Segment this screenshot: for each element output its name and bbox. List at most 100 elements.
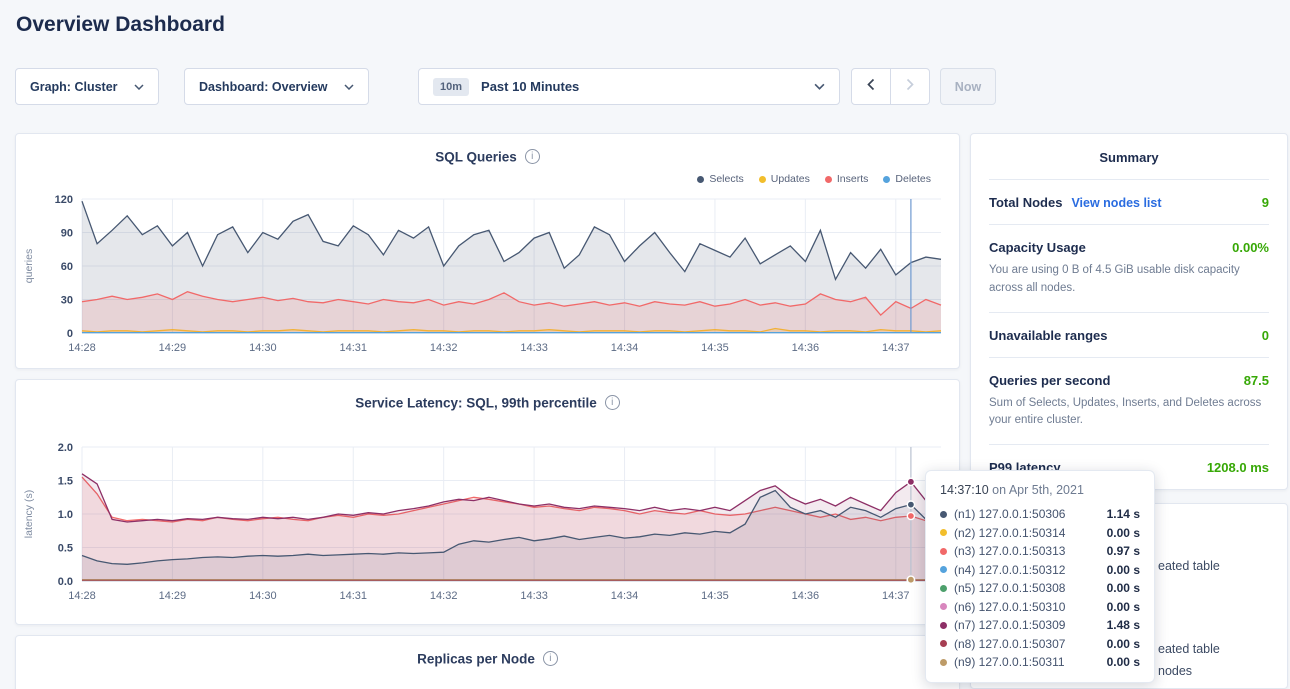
node-color-dot-icon: [940, 622, 947, 629]
svg-text:0: 0: [67, 328, 73, 340]
svg-text:0.5: 0.5: [58, 543, 73, 555]
service-latency-chart[interactable]: 0.00.51.01.52.014:2814:2914:3014:3114:32…: [16, 437, 959, 614]
node-color-dot-icon: [940, 659, 947, 666]
tooltip-node-row: (n5) 127.0.0.1:503080.00 s: [940, 579, 1140, 598]
summary-panel: Summary Total Nodes View nodes list 9 Ca…: [970, 133, 1288, 490]
svg-text:14:34: 14:34: [611, 590, 639, 602]
chart-tooltip: 14:37:10 on Apr 5th, 2021 (n1) 127.0.0.1…: [925, 470, 1155, 683]
node-color-dot-icon: [940, 511, 947, 518]
sql-queries-card: SQL Queries Selects Updates Inserts Deletes…: [15, 133, 960, 369]
node-color-dot-icon: [940, 603, 947, 610]
event-item-text[interactable]: nodes: [1158, 664, 1192, 678]
sql-queries-chart[interactable]: 030609012014:2814:2914:3014:3114:3214:33…: [16, 189, 959, 366]
p99-latency-value: 1208.0 ms: [1207, 460, 1269, 475]
capacity-usage-subtext: You are using 0 B of 4.5 GiB usable disk…: [989, 262, 1269, 298]
chevron-down-icon: [134, 84, 144, 90]
tooltip-node-row: (n1) 127.0.0.1:503061.14 s: [940, 505, 1140, 524]
svg-text:30: 30: [61, 295, 73, 307]
tooltip-node-label: (n2) 127.0.0.1:50314: [954, 526, 1065, 540]
svg-text:queries: queries: [23, 249, 35, 283]
svg-text:120: 120: [55, 194, 73, 206]
svg-text:14:29: 14:29: [159, 590, 187, 602]
chevron-down-icon: [344, 84, 354, 90]
info-icon[interactable]: [543, 651, 558, 666]
svg-text:14:30: 14:30: [249, 590, 277, 602]
legend-dot-icon: [825, 176, 832, 183]
svg-text:1.0: 1.0: [58, 509, 73, 521]
info-icon[interactable]: [525, 149, 540, 164]
tooltip-node-value: 0.97 s: [1107, 544, 1140, 558]
svg-text:14:32: 14:32: [430, 590, 458, 602]
chart-title-sql-queries: SQL Queries: [435, 149, 517, 164]
legend-dot-icon: [697, 176, 704, 183]
svg-text:14:31: 14:31: [339, 590, 367, 602]
tooltip-node-value: 0.00 s: [1107, 600, 1140, 614]
dashboard-dropdown[interactable]: Dashboard: Overview: [184, 68, 369, 105]
tooltip-node-value: 0.00 s: [1107, 655, 1140, 669]
summary-row-queries-per-second: Queries per second 87.5 Sum of Selects, …: [989, 358, 1269, 446]
chevron-right-icon: [906, 78, 914, 96]
node-color-dot-icon: [940, 585, 947, 592]
svg-text:latency (s): latency (s): [23, 490, 35, 538]
tooltip-node-label: (n6) 127.0.0.1:50310: [954, 600, 1065, 614]
time-range-selector[interactable]: 10m Past 10 Minutes: [418, 68, 840, 105]
now-button[interactable]: Now: [940, 68, 996, 105]
tooltip-node-label: (n1) 127.0.0.1:50306: [954, 507, 1065, 521]
time-range-label: Past 10 Minutes: [481, 79, 802, 94]
svg-text:0.0: 0.0: [58, 576, 73, 588]
tooltip-timestamp: 14:37:10 on Apr 5th, 2021: [940, 483, 1140, 497]
replicas-per-node-card: Replicas per Node: [15, 635, 960, 689]
next-time-button[interactable]: [890, 68, 930, 105]
tooltip-node-row: (n3) 127.0.0.1:503130.97 s: [940, 542, 1140, 561]
tooltip-date: on Apr 5th, 2021: [992, 483, 1084, 497]
legend-item-updates[interactable]: Updates: [759, 173, 810, 185]
event-item-text[interactable]: eated table: [1158, 642, 1220, 656]
event-item-text[interactable]: eated table: [1158, 559, 1220, 573]
legend-item-deletes[interactable]: Deletes: [883, 173, 931, 185]
legend-item-inserts[interactable]: Inserts: [825, 173, 869, 185]
queries-per-second-label: Queries per second: [989, 373, 1110, 388]
tooltip-node-row: (n6) 127.0.0.1:50310 0.00 s: [940, 598, 1140, 617]
svg-text:14:32: 14:32: [430, 342, 458, 354]
svg-text:14:28: 14:28: [68, 342, 96, 354]
legend-label: Updates: [771, 173, 810, 185]
info-icon[interactable]: [605, 395, 620, 410]
chart-legend: Selects Updates Inserts Deletes: [16, 171, 959, 187]
time-range-badge: 10m: [433, 78, 469, 96]
svg-text:14:37: 14:37: [882, 342, 910, 354]
node-color-dot-icon: [940, 548, 947, 555]
tooltip-node-value: 0.00 s: [1107, 581, 1140, 595]
svg-text:90: 90: [61, 228, 73, 240]
graph-dropdown[interactable]: Graph: Cluster: [15, 68, 159, 105]
unavailable-ranges-label: Unavailable ranges: [989, 328, 1108, 343]
svg-text:14:36: 14:36: [792, 342, 820, 354]
svg-text:14:35: 14:35: [701, 590, 729, 602]
chart-title-service-latency: Service Latency: SQL, 99th percentile: [355, 395, 597, 410]
chart-title-replicas-per-node: Replicas per Node: [417, 651, 535, 666]
svg-text:14:29: 14:29: [159, 342, 187, 354]
tooltip-node-rows: (n1) 127.0.0.1:503061.14 s (n2) 127.0.0.1…: [940, 505, 1140, 672]
queries-per-second-subtext: Sum of Selects, Updates, Inserts, and De…: [989, 395, 1269, 431]
prev-time-button[interactable]: [851, 68, 891, 105]
view-nodes-list-link[interactable]: View nodes list: [1071, 196, 1161, 210]
tooltip-node-row: (n8) 127.0.0.1:50307 0.00 s: [940, 635, 1140, 654]
node-color-dot-icon: [940, 566, 947, 573]
chevron-left-icon: [867, 78, 875, 96]
svg-text:14:33: 14:33: [520, 342, 548, 354]
legend-item-selects[interactable]: Selects: [697, 173, 743, 185]
tooltip-node-label: (n8) 127.0.0.1:50307: [954, 637, 1065, 651]
capacity-usage-label: Capacity Usage: [989, 240, 1086, 255]
tooltip-node-label: (n7) 127.0.0.1:50309: [954, 618, 1065, 632]
svg-text:14:37: 14:37: [882, 590, 910, 602]
total-nodes-label: Total Nodes: [989, 195, 1062, 210]
tooltip-node-value: 0.00 s: [1107, 637, 1140, 651]
tooltip-node-label: (n4) 127.0.0.1:50312: [954, 563, 1065, 577]
tooltip-time: 14:37:10: [940, 483, 989, 497]
chevron-down-icon: [814, 83, 825, 90]
node-color-dot-icon: [940, 529, 947, 536]
svg-text:14:34: 14:34: [611, 342, 639, 354]
dashboard-dropdown-label: Dashboard: Overview: [199, 80, 328, 94]
svg-text:2.0: 2.0: [58, 442, 73, 454]
legend-label: Selects: [709, 173, 743, 185]
legend-label: Inserts: [837, 173, 869, 185]
